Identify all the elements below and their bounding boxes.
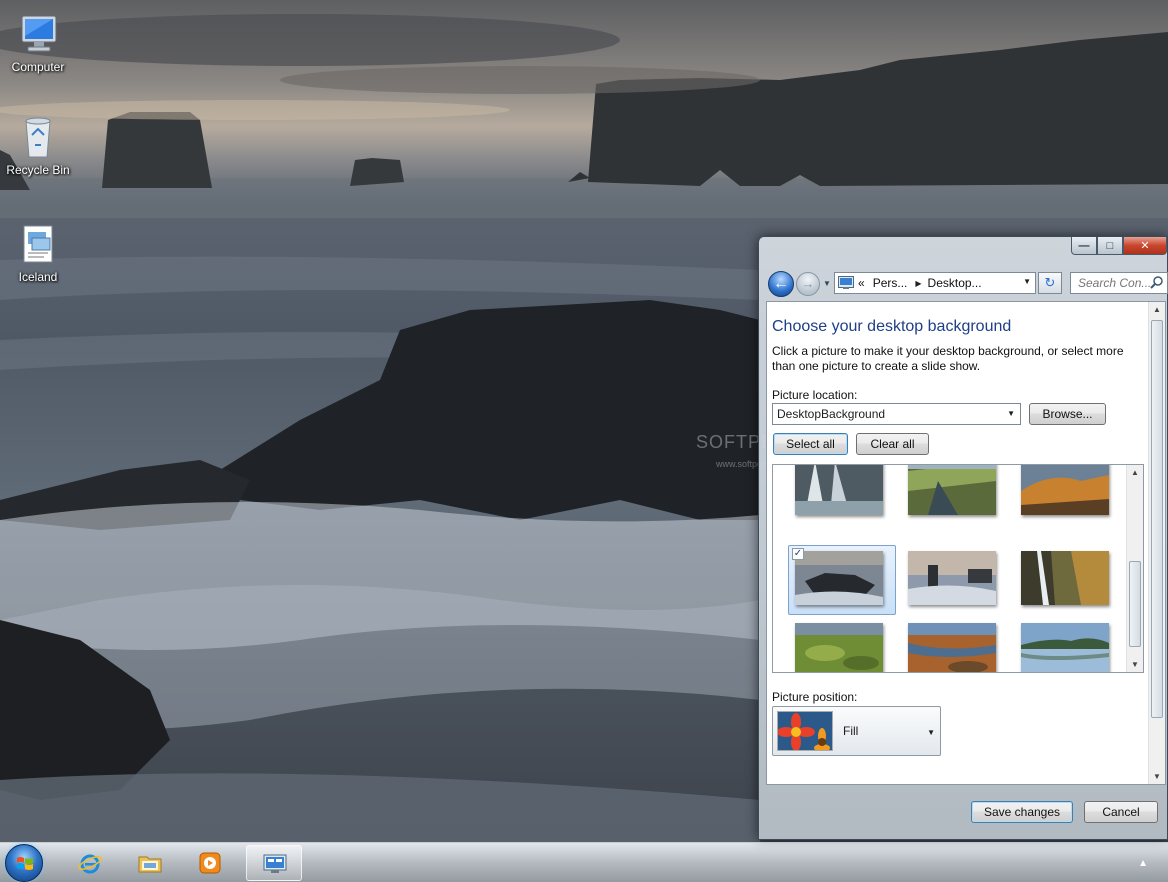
thumbnail-green-canyon[interactable] — [908, 465, 996, 515]
desktop-icon-label: Computer — [11, 60, 65, 74]
forward-button[interactable]: → — [796, 272, 820, 296]
thumbnail-mountain-lake[interactable] — [1021, 623, 1109, 672]
caption-buttons: — □ ✕ — [1071, 237, 1167, 257]
desktop-icon-recycle-bin[interactable]: Recycle Bin — [0, 113, 76, 177]
folder-icon — [138, 856, 162, 873]
search-input[interactable]: Search Con... — [1070, 272, 1168, 294]
picture-position-value: Fill — [843, 724, 859, 738]
maximize-button[interactable]: □ — [1097, 237, 1123, 255]
taskbar: ▲ — [0, 842, 1168, 882]
refresh-button[interactable]: ↻ — [1038, 272, 1062, 294]
minimize-button[interactable]: — — [1071, 237, 1097, 255]
thumbnail-tall-waterfall[interactable] — [1021, 551, 1109, 605]
back-button[interactable]: ← — [768, 271, 794, 297]
search-icon — [1150, 276, 1163, 289]
taskbar-windows-explorer[interactable] — [122, 845, 178, 881]
picture-location-value: DesktopBackground — [777, 407, 886, 421]
breadcrumb-desktop-background[interactable]: Desktop... — [928, 276, 982, 290]
recycle-bin-icon — [14, 113, 62, 161]
save-changes-button[interactable]: Save changes — [971, 801, 1073, 823]
theme-file-icon — [14, 220, 62, 268]
page-description: Click a picture to make it your desktop … — [772, 344, 1124, 373]
windows-logo-icon — [17, 857, 33, 870]
breadcrumb-overflow[interactable]: « — [858, 276, 865, 290]
address-bar[interactable]: « Pers... ▶ Desktop... ▼ — [834, 272, 1036, 294]
picture-location-label: Picture location: — [772, 388, 858, 402]
chevron-down-icon: ▼ — [1007, 409, 1015, 418]
picture-position-label: Picture position: — [772, 690, 858, 704]
picture-location-select[interactable]: DesktopBackground ▼ — [772, 403, 1021, 425]
personalization-window: — □ ✕ ← → ▼ « Pers... ▶ Desktop... ▼ ↻ S… — [758, 236, 1168, 840]
show-hidden-icons-icon[interactable]: ▲ — [1138, 858, 1148, 869]
thumbnail-coast-rocks[interactable] — [795, 551, 883, 605]
thumbnail-river-bed[interactable] — [908, 623, 996, 672]
content-pane: ▲ ▼ Choose your desktop background Click… — [766, 301, 1166, 785]
gallery-scrollbar[interactable]: ▲ ▼ — [1126, 465, 1143, 672]
page-title: Choose your desktop background — [772, 318, 1012, 335]
search-placeholder: Search Con... — [1078, 276, 1152, 290]
media-player-icon — [199, 852, 221, 874]
desktop-icon-label: Recycle Bin — [6, 163, 70, 177]
clear-all-button[interactable]: Clear all — [856, 433, 929, 455]
chevron-down-icon: ▼ — [927, 728, 935, 737]
taskbar-control-panel[interactable] — [246, 845, 302, 881]
computer-icon — [14, 10, 62, 58]
thumbnail-checkbox[interactable]: ✓ — [792, 548, 804, 560]
gallery-scroll-up-icon[interactable]: ▲ — [1131, 468, 1139, 477]
cancel-button[interactable]: Cancel — [1084, 801, 1158, 823]
content-scrollbar[interactable]: ▲ ▼ — [1148, 302, 1165, 784]
scrollbar-thumb[interactable] — [1151, 320, 1163, 718]
picture-position-select[interactable]: Fill ▼ — [772, 706, 941, 756]
thumbnail-mossy-lava[interactable] — [795, 623, 883, 672]
recent-pages-dropdown[interactable]: ▼ — [823, 279, 831, 288]
taskbar-media-player[interactable] — [182, 845, 238, 881]
dialog-footer: Save changes Cancel — [766, 785, 1166, 833]
flower-preview-icon — [777, 711, 833, 751]
thumbnail-orange-hills[interactable] — [1021, 465, 1109, 515]
desktop-icon-iceland[interactable]: Iceland — [0, 220, 76, 284]
start-button[interactable] — [5, 844, 43, 882]
scroll-down-icon[interactable]: ▼ — [1153, 772, 1161, 781]
control-panel-icon — [263, 854, 287, 873]
select-all-button[interactable]: Select all — [773, 433, 848, 455]
close-button[interactable]: ✕ — [1123, 237, 1167, 255]
gallery-scrollbar-thumb[interactable] — [1129, 561, 1141, 647]
browse-button[interactable]: Browse... — [1029, 403, 1106, 425]
internet-explorer-icon — [78, 854, 102, 874]
control-panel-icon — [838, 276, 854, 289]
desktop-icon-computer[interactable]: Computer — [0, 10, 76, 74]
gallery-scroll-down-icon[interactable]: ▼ — [1131, 660, 1139, 669]
thumbnail-sea-stacks[interactable] — [908, 551, 996, 605]
taskbar-internet-explorer[interactable] — [62, 845, 118, 881]
thumbnail-waterfall-1[interactable] — [795, 465, 883, 515]
address-dropdown-icon[interactable]: ▼ — [1023, 277, 1031, 286]
picture-gallery: ✓ ▲ ▼ — [772, 464, 1144, 673]
navigation-bar: ← → ▼ « Pers... ▶ Desktop... ▼ ↻ Search … — [766, 269, 1168, 297]
breadcrumb-separator-icon[interactable]: ▶ — [915, 279, 921, 288]
scroll-up-icon[interactable]: ▲ — [1153, 305, 1161, 314]
breadcrumb-personalization[interactable]: Pers... — [873, 276, 908, 290]
desktop-icon-label: Iceland — [18, 270, 58, 284]
